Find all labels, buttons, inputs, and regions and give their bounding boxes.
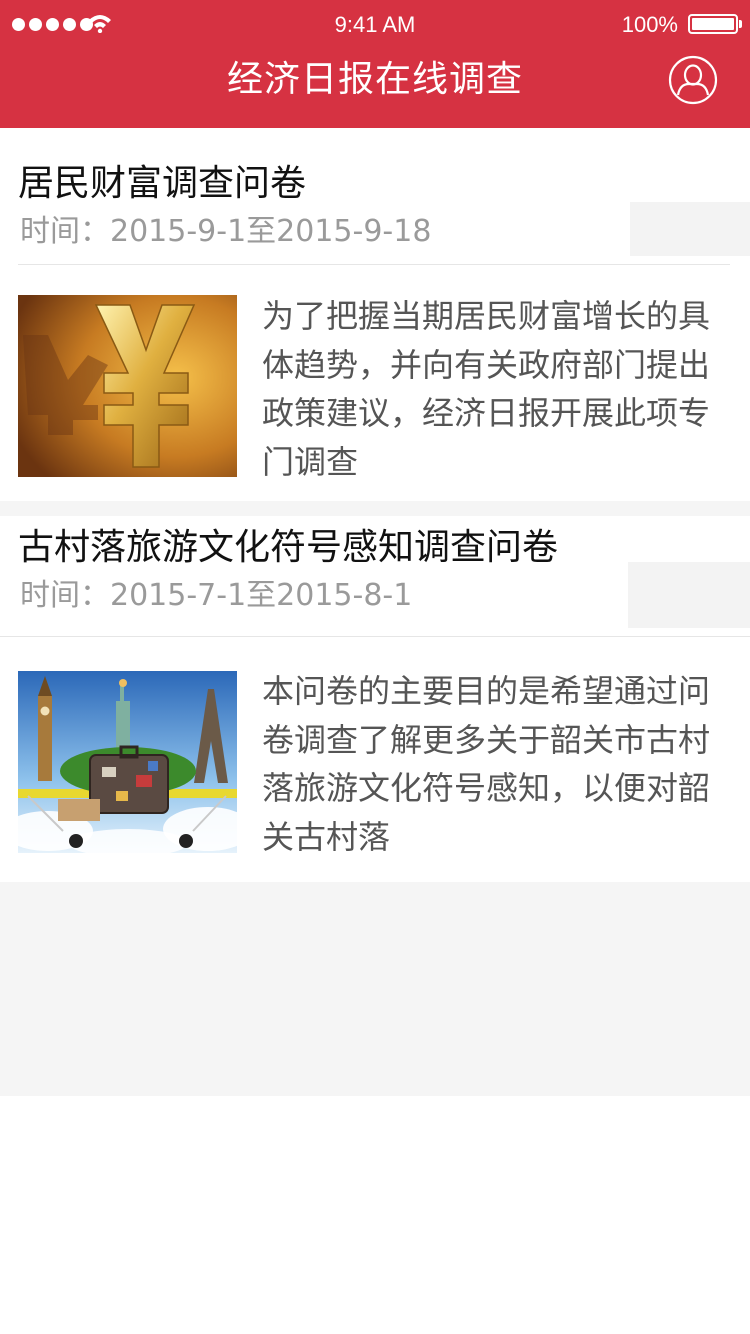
survey-description: 为了把握当期居民财富增长的具体趋势，并向有关政府部门提出政策建议，经济日报开展此… <box>262 297 711 481</box>
survey-thumbnail-yuan[interactable] <box>18 295 237 477</box>
status-bar: 9:41 AM 100% <box>0 0 750 50</box>
survey-card[interactable]: 居民财富调查问卷 时间：2015-9-1至2015-9-18 为了把握当期居民财… <box>0 128 750 501</box>
survey-description: 本问卷的主要目的是希望通过问卷调查了解更多关于韶关市古村落旅游文化符号感知，以便… <box>262 672 711 856</box>
survey-status-tag <box>630 202 750 256</box>
survey-date: 时间：2015-7-1至2015-8-1 <box>20 578 413 613</box>
survey-date: 时间：2015-9-1至2015-9-18 <box>20 214 432 249</box>
battery-icon <box>688 14 742 34</box>
survey-title[interactable]: 居民财富调查问卷 <box>18 160 306 208</box>
survey-thumbnail-travel[interactable] <box>18 671 237 853</box>
divider <box>18 264 730 265</box>
page-title: 经济日报在线调查 <box>226 59 523 100</box>
survey-list: 居民财富调查问卷 时间：2015-9-1至2015-9-18 为了把握当期居民财… <box>0 128 750 1096</box>
battery-percentage: 100% <box>621 12 678 37</box>
survey-status-tag <box>628 562 750 628</box>
user-circle-icon <box>668 55 718 105</box>
survey-title[interactable]: 古村落旅游文化符号感知调查问卷 <box>18 524 558 572</box>
survey-card[interactable]: 古村落旅游文化符号感知调查问卷 时间：2015-7-1至2015-8-1 本问卷… <box>0 516 750 882</box>
divider <box>0 636 750 637</box>
app-header: 9:41 AM 100% 经济日报在线调查 <box>0 0 750 128</box>
user-profile-button[interactable] <box>668 55 718 105</box>
